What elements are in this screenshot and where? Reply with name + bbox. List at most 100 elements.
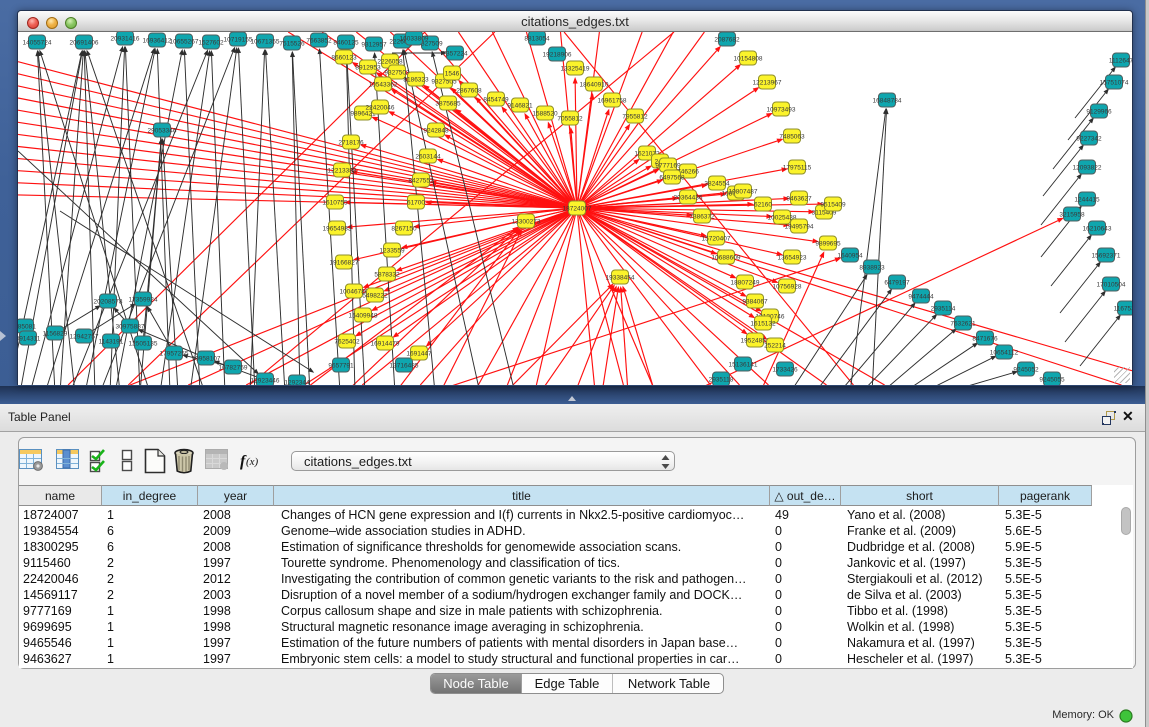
svg-text:7955812: 7955812	[622, 113, 648, 120]
svg-text:8427552: 8427552	[408, 177, 434, 184]
svg-text:9146821: 9146821	[507, 102, 533, 109]
svg-text:19338454: 19338454	[606, 274, 635, 281]
svg-text:1156829: 1156829	[43, 330, 68, 337]
svg-text:9245052: 9245052	[1013, 366, 1039, 373]
svg-text:7663852: 7663852	[306, 37, 332, 44]
svg-text:20691406: 20691406	[70, 39, 99, 46]
svg-text:16961758: 16961758	[598, 97, 627, 104]
svg-text:9463627: 9463627	[786, 195, 812, 202]
svg-text:3914311: 3914311	[18, 335, 41, 342]
svg-text:8186323: 8186323	[403, 76, 429, 83]
svg-text:7625402: 7625402	[334, 338, 360, 345]
svg-text:9227342: 9227342	[1076, 135, 1102, 142]
svg-text:17010504: 17010504	[1097, 281, 1126, 288]
svg-text:2603144: 2603144	[415, 153, 441, 160]
svg-text:17957255: 17957255	[160, 350, 189, 357]
svg-text:15692371: 15692371	[1092, 252, 1121, 259]
svg-text:8660123: 8660123	[331, 54, 357, 61]
svg-text:5498222: 5498222	[362, 292, 388, 299]
svg-text:1691447: 1691447	[406, 350, 432, 357]
svg-text:1588520: 1588520	[532, 110, 558, 117]
svg-text:1143191: 1143191	[99, 338, 124, 345]
svg-text:17975115: 17975115	[783, 164, 812, 171]
svg-text:1546: 1546	[445, 70, 460, 77]
svg-text:7632621: 7632621	[950, 320, 976, 327]
svg-text:1244415: 1244415	[1074, 196, 1100, 203]
svg-text:12093822: 12093822	[1073, 164, 1102, 171]
svg-text:8938923: 8938923	[859, 264, 885, 271]
svg-text:9327503: 9327503	[384, 69, 410, 76]
svg-text:8471676: 8471676	[972, 335, 998, 342]
svg-text:7515526: 7515526	[279, 40, 305, 47]
svg-text:8813054: 8813054	[524, 35, 550, 42]
svg-text:1640954: 1640954	[837, 252, 863, 259]
svg-text:17359924: 17359924	[129, 296, 158, 303]
svg-text:1167534: 1167534	[1114, 305, 1132, 312]
svg-text:22420046: 22420046	[366, 104, 395, 111]
svg-text:9129966: 9129966	[1086, 108, 1112, 115]
svg-text:10807487: 10807487	[729, 188, 758, 195]
svg-text:8912953: 8912953	[355, 64, 381, 71]
svg-text:6479197: 6479197	[884, 279, 910, 286]
svg-text:252214: 252214	[764, 342, 786, 349]
svg-text:19654983: 19654983	[323, 225, 352, 232]
svg-text:10719155: 10719155	[224, 36, 253, 43]
svg-text:20364436: 20364436	[674, 194, 703, 201]
svg-text:9242848: 9242848	[423, 127, 449, 134]
svg-text:10756928: 10756928	[773, 283, 802, 290]
svg-text:1527602: 1527602	[198, 39, 224, 46]
svg-text:9657791: 9657791	[328, 362, 354, 369]
svg-text:16848784: 16848784	[873, 97, 902, 104]
svg-text:(x): (x)	[246, 456, 259, 468]
svg-text:10543362: 10543362	[369, 81, 398, 88]
svg-text:8460125: 8460125	[333, 39, 359, 46]
svg-text:2867608: 2867608	[456, 87, 482, 94]
svg-text:7386372: 7386372	[689, 213, 715, 220]
svg-text:61700: 61700	[407, 199, 425, 206]
svg-text:7055812: 7055812	[557, 115, 583, 122]
svg-text:9384067: 9384067	[742, 298, 768, 305]
svg-text:10654112: 10654112	[990, 349, 1019, 356]
svg-text:12213967: 12213967	[753, 79, 782, 86]
svg-text:16914479: 16914479	[371, 340, 400, 347]
svg-text:2935118: 2935118	[709, 376, 734, 383]
svg-text:19166827: 19166827	[330, 259, 359, 266]
svg-text:10671355: 10671355	[251, 38, 280, 45]
svg-text:16210643: 16210643	[1083, 225, 1112, 232]
svg-text:13325419: 13325419	[561, 65, 590, 72]
svg-text:15136141: 15136141	[729, 361, 758, 368]
svg-text:1615132: 1615132	[750, 320, 776, 327]
svg-text:1233559: 1233559	[379, 247, 405, 254]
svg-text:5878332: 5878332	[374, 271, 400, 278]
svg-text:1733426: 1733426	[772, 366, 798, 373]
svg-text:9312957: 9312957	[361, 41, 387, 48]
svg-text:7485063: 7485063	[779, 133, 805, 140]
svg-text:15720407: 15720407	[702, 235, 731, 242]
svg-text:18724007: 18724007	[563, 205, 592, 212]
svg-text:20208578: 20208578	[94, 298, 123, 305]
svg-text:3215958: 3215958	[1059, 211, 1085, 218]
svg-text:29053346: 29053346	[148, 127, 177, 134]
svg-text:13300273: 13300273	[512, 218, 541, 225]
svg-text:10688609: 10688609	[712, 254, 741, 261]
svg-text:18640910: 18640910	[580, 81, 609, 88]
svg-text:1610755: 1610755	[322, 199, 348, 206]
svg-text:16936412: 16936412	[143, 37, 172, 44]
svg-text:16033809: 16033809	[400, 35, 429, 42]
svg-text:62160: 62160	[754, 201, 772, 208]
svg-text:19495794: 19495794	[785, 223, 814, 230]
svg-text:12213383: 12213383	[328, 167, 357, 174]
svg-text:10958107: 10958107	[192, 355, 221, 362]
svg-text:8267150: 8267150	[391, 225, 417, 232]
svg-text:1112647: 1112647	[1109, 57, 1132, 64]
svg-text:6497568: 6497568	[659, 174, 685, 181]
svg-text:10973493: 10973493	[767, 106, 796, 113]
svg-text:9245055: 9245055	[1039, 376, 1065, 383]
svg-text:9899695: 9899695	[815, 240, 841, 247]
svg-text:2935114: 2935114	[931, 305, 956, 312]
svg-text:14055724: 14055724	[23, 39, 52, 46]
svg-text:2087682: 2087682	[714, 36, 740, 43]
svg-text:13716485: 13716485	[390, 362, 419, 369]
svg-text:10154808: 10154808	[734, 55, 763, 62]
svg-text:9474444: 9474444	[908, 293, 934, 300]
